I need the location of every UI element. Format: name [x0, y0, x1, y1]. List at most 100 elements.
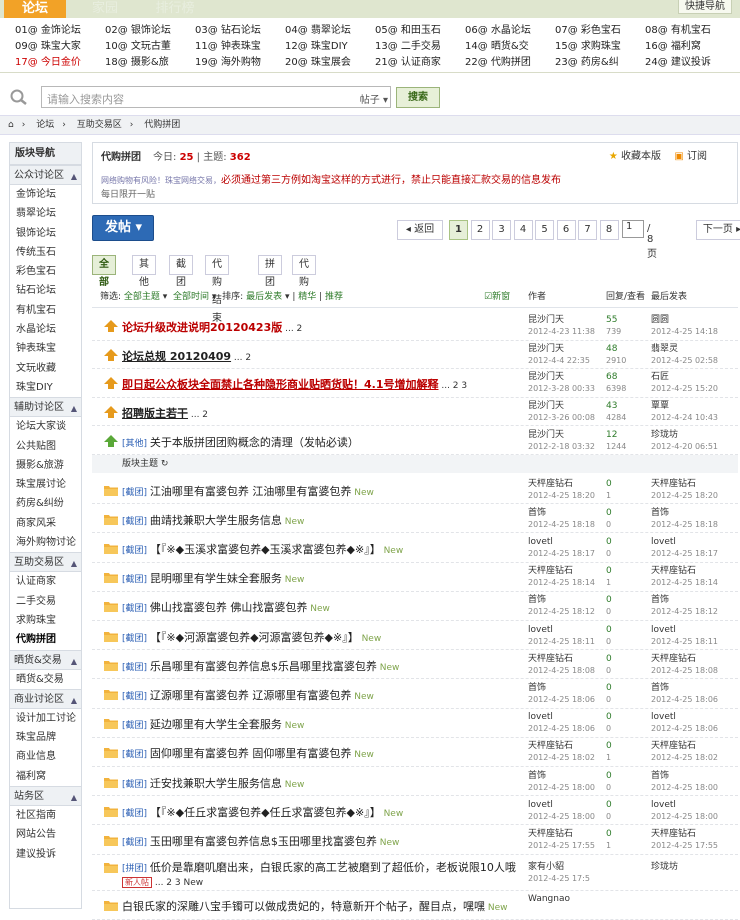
sidebar-item[interactable]: 翡翠论坛	[10, 204, 81, 223]
sidebar-item[interactable]: 文玩收藏	[10, 359, 81, 378]
sidebar-item[interactable]: 代购拼团	[10, 630, 81, 649]
thread-title[interactable]: [截团] 延边哪里有大学生全套服务 New	[122, 716, 304, 732]
forum-link[interactable]: 16@ 福利窝	[645, 39, 701, 54]
favorite-board-button[interactable]: ★ 收藏本版	[609, 147, 661, 162]
last-poster[interactable]: 圆圆	[651, 315, 718, 326]
pager-page[interactable]: 5	[535, 220, 554, 240]
forum-link[interactable]: 17@ 今日金价	[15, 55, 81, 70]
last-poster[interactable]: 天枰座钻石	[651, 829, 718, 840]
pager-input[interactable]: 1	[622, 220, 644, 238]
collapse-icon[interactable]: ▲	[71, 788, 77, 808]
thread-last-post[interactable]: 天枰座钻石 2012-4-25 17:55	[651, 829, 718, 851]
collapse-icon[interactable]: ▲	[71, 554, 77, 574]
thread-title-text[interactable]: 江油哪里有富婆包养 江油哪里有富婆包养	[150, 485, 352, 498]
forum-link[interactable]: 18@ 摄影&旅	[105, 55, 169, 70]
thread-tag[interactable]: [截团]	[122, 575, 150, 585]
thread-pages[interactable]: ... 2	[188, 410, 208, 420]
tab-rank[interactable]: 排行榜	[150, 0, 200, 18]
thread-tag[interactable]: [截团]	[122, 838, 150, 848]
last-poster[interactable]: 石匠	[651, 372, 718, 383]
thread-title-text[interactable]: 关于本版拼团团购概念的清理（发帖必读）	[150, 436, 359, 449]
author-name[interactable]: 昆沙门天	[528, 315, 595, 326]
sidebar-item[interactable]: 珠宝展讨论	[10, 475, 81, 494]
thread-last-post[interactable]: 天枰座钻石 2012-4-25 18:14	[651, 566, 718, 588]
sidebar-item[interactable]: 建议投诉	[10, 845, 81, 864]
thread-title-text[interactable]: 曲靖找兼职大学生服务信息	[150, 514, 282, 527]
thread-last-post[interactable]: 首饰 2012-4-25 18:06	[651, 683, 718, 705]
thread-last-post[interactable]: lovetl 2012-4-25 18:06	[651, 712, 718, 734]
forum-link[interactable]: 01@ 金饰论坛	[15, 23, 81, 38]
last-poster[interactable]: lovetl	[651, 800, 718, 811]
thread-title[interactable]: 招聘版主若干 ... 2	[122, 405, 208, 421]
author-name[interactable]: 昆沙门天	[528, 344, 590, 355]
sidebar-group[interactable]: 商业讨论区 ▲	[10, 688, 81, 711]
thread-tag[interactable]: [其他]	[122, 439, 150, 449]
forum-link[interactable]: 21@ 认证商家	[375, 55, 441, 70]
thread-tag[interactable]: [拼团]	[122, 864, 150, 874]
thread-title-text[interactable]: 昆明哪里有学生妹全套服务	[150, 572, 282, 585]
thread-author[interactable]: lovetl 2012-4-25 18:06	[528, 712, 595, 734]
thread-title-text[interactable]: 延边哪里有大学生全套服务	[150, 718, 282, 731]
sidebar-item[interactable]: 摄影&旅游	[10, 456, 81, 475]
thread-author[interactable]: 天枰座钻石 2012-4-25 18:20	[528, 479, 595, 501]
forum-link[interactable]: 23@ 药房&纠	[555, 55, 619, 70]
thread-title-text[interactable]: 论坛总规 20120409	[122, 350, 231, 363]
author-name[interactable]: 天枰座钻石	[528, 741, 595, 752]
forum-link[interactable]: 15@ 求购珠宝	[555, 39, 621, 54]
collapse-icon[interactable]: ▲	[71, 691, 77, 711]
thread-title-text[interactable]: 招聘版主若干	[122, 407, 188, 420]
last-poster[interactable]: 首饰	[651, 508, 718, 519]
author-name[interactable]: lovetl	[528, 537, 595, 548]
thread-title-text[interactable]: 佛山找富婆包养 佛山找富婆包养	[150, 601, 308, 614]
thread-last-post[interactable]: 珍珑坊	[651, 862, 678, 873]
forum-link[interactable]: 05@ 和田玉石	[375, 23, 441, 38]
last-poster[interactable]: 珍珑坊	[651, 862, 678, 873]
thread-author[interactable]: 天枰座钻石 2012-4-25 18:02	[528, 741, 595, 763]
thread-author[interactable]: 首饰 2012-4-25 18:00	[528, 771, 595, 793]
author-name[interactable]: 家有小貂	[528, 862, 590, 873]
filter-tab[interactable]: 其他	[132, 255, 156, 288]
thread-author[interactable]: 天枰座钻石 2012-4-25 18:14	[528, 566, 595, 588]
thread-last-post[interactable]: lovetl 2012-4-25 18:00	[651, 800, 718, 822]
thread-last-post[interactable]: 天枰座钻石 2012-4-25 18:08	[651, 654, 718, 676]
last-poster[interactable]: 珍珑坊	[651, 430, 718, 441]
thread-pages[interactable]: ... 2 3 New	[152, 878, 203, 888]
search-scope-select[interactable]: 帖子 ▾	[360, 91, 388, 106]
breadcrumb-item[interactable]: 论坛	[36, 120, 54, 130]
pager-page[interactable]: 4	[513, 220, 533, 240]
thread-title[interactable]: 即日起公众板块全面禁止各种隐形商业贴晒货贴！4.1号增加解释 ... 2 3	[122, 376, 467, 392]
collapse-icon[interactable]: ▲	[71, 167, 77, 187]
thread-last-post[interactable]: 首饰 2012-4-25 18:00	[651, 771, 718, 793]
thread-title[interactable]: [截团] 辽源哪里有富婆包养 辽源哪里有富婆包养 New	[122, 687, 374, 703]
sidebar-item[interactable]: 求购珠宝	[10, 611, 81, 630]
tab-home[interactable]: 家园	[80, 0, 130, 18]
forum-link[interactable]: 11@ 钟表珠宝	[195, 39, 261, 54]
forum-link[interactable]: 22@ 代购拼团	[465, 55, 531, 70]
sidebar-item[interactable]: 彩色宝石	[10, 262, 81, 281]
sidebar-item[interactable]: 珠宝DIY	[10, 378, 81, 397]
sidebar-group[interactable]: 站务区 ▲	[10, 786, 81, 808]
sidebar-group[interactable]: 晒货&交易 ▲	[10, 649, 81, 670]
sidebar-item[interactable]: 银饰论坛	[10, 224, 81, 243]
thread-title-text[interactable]: 固仰哪里有富婆包养 固仰哪里有富婆包养	[150, 747, 352, 760]
thread-last-post[interactable]: 首饰 2012-4-25 18:12	[651, 595, 718, 617]
thread-title[interactable]: [截团] 玉田哪里有富婆包养信息$玉田哪里找富婆包养 New	[122, 833, 399, 849]
pager-page[interactable]: 6	[556, 220, 576, 240]
thread-title[interactable]: 白银氏家的深雕八宝手镯可以做成贵妃的，特意新开个帖子，醒目点，嘿嘿 New	[122, 898, 508, 914]
last-poster[interactable]: 首饰	[651, 595, 718, 606]
breadcrumb-item[interactable]: 互助交易区	[77, 120, 122, 130]
thread-last-post[interactable]: lovetl 2012-4-25 18:17	[651, 537, 718, 559]
thread-title-text[interactable]: 白银氏家的深雕八宝手镯可以做成贵妃的，特意新开个帖子，醒目点，嘿嘿	[122, 900, 485, 913]
forum-link[interactable]: 03@ 钻石论坛	[195, 23, 261, 38]
forum-link[interactable]: 24@ 建议投诉	[645, 55, 711, 70]
pager-next[interactable]: 下一页 ▸	[696, 220, 740, 240]
last-poster[interactable]: 天枰座钻石	[651, 479, 718, 490]
thread-title[interactable]: [拼团] 低价是靠磨叽磨出来，白银氏家的高工艺被磨到了超低价，老板说限10人哦	[122, 859, 516, 875]
quick-nav-button[interactable]: 快捷导航	[678, 0, 732, 14]
thread-author[interactable]: 家有小貂 2012-4-25 17:5	[528, 862, 590, 884]
thread-author[interactable]: 昆沙门天 2012-4-4 22:35	[528, 344, 590, 366]
thread-last-post[interactable]: lovetl 2012-4-25 18:11	[651, 625, 718, 647]
filter-tab[interactable]: 代购	[292, 255, 316, 288]
thread-tag[interactable]: [截团]	[122, 604, 150, 614]
thread-tag[interactable]: [截团]	[122, 546, 150, 556]
